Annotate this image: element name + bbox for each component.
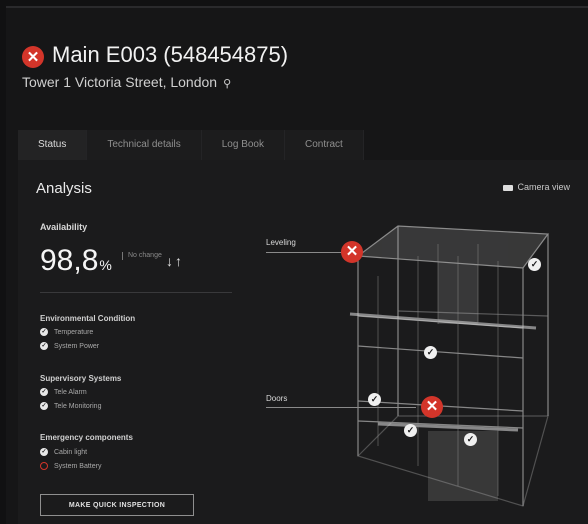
availability-unit: % xyxy=(99,257,112,273)
section-environmental-title: Environmental Condition xyxy=(40,314,136,323)
availability-number: 98,8 xyxy=(40,244,99,277)
analysis-panel: Analysis Camera view Availability 98,8% … xyxy=(18,160,588,524)
check-icon: ✓ xyxy=(40,402,48,410)
elevator-3d-model[interactable]: Leveling ✕ Doors ✕ ✓ ✓ ✓ ✓ ✓ xyxy=(266,216,588,524)
item-label: Temperature xyxy=(54,328,94,336)
leveling-fault-marker-icon[interactable]: ✕ xyxy=(341,241,363,263)
list-item-cabin-light: ✓ Cabin light xyxy=(40,448,87,456)
list-item-system-battery: • System Battery xyxy=(40,462,101,470)
camera-view-button[interactable]: Camera view xyxy=(503,182,570,192)
item-label: System Battery xyxy=(54,462,102,470)
list-item-system-power: ✓ System Power xyxy=(40,342,99,350)
check-icon: ✓ xyxy=(40,328,48,336)
tab-technical-details[interactable]: Technical details xyxy=(87,130,202,160)
tab-bar: Status Technical details Log Book Contra… xyxy=(18,130,588,160)
divider xyxy=(40,292,232,293)
trend-arrows-icon: ↓↑ xyxy=(166,253,184,269)
check-marker-icon[interactable]: ✓ xyxy=(404,424,417,437)
quick-inspection-button[interactable]: MAKE QUICK INSPECTION xyxy=(40,494,194,516)
camera-icon xyxy=(503,184,514,191)
tab-contract[interactable]: Contract xyxy=(285,130,364,160)
availability-value: 98,8% xyxy=(40,244,112,278)
availability-change-note: No change xyxy=(122,252,162,260)
list-item-tele-alarm: ✓ Tele Alarm xyxy=(40,388,87,396)
check-icon: ✓ xyxy=(40,388,48,396)
fault-status-icon: ✕ xyxy=(22,46,44,68)
fault-ring-icon: • xyxy=(40,462,48,470)
doors-fault-marker-icon[interactable]: ✕ xyxy=(421,396,443,418)
location-pin-icon: ⚲ xyxy=(223,78,232,90)
elevator-wireframe xyxy=(349,225,550,507)
camera-view-label: Camera view xyxy=(517,182,570,192)
callout-leveling-label: Leveling xyxy=(266,238,296,247)
check-marker-icon[interactable]: ✓ xyxy=(368,393,381,406)
callout-doors-line xyxy=(266,407,416,408)
panel-title: Analysis xyxy=(36,180,92,197)
section-emergency-title: Emergency components xyxy=(40,433,133,442)
callout-doors-label: Doors xyxy=(266,394,288,403)
section-supervisory-title: Supervisory Systems xyxy=(40,374,122,383)
check-icon: ✓ xyxy=(40,448,48,456)
list-item-temperature: ✓ Temperature xyxy=(40,328,93,336)
tab-status[interactable]: Status xyxy=(18,130,88,160)
check-marker-icon[interactable]: ✓ xyxy=(424,346,437,359)
item-label: System Power xyxy=(54,342,100,350)
address-line: Tower 1 Victoria Street, London ⚲ xyxy=(22,74,231,90)
availability-label: Availability xyxy=(40,222,88,232)
app-window: ✕ Main E003 (548454875) Tower 1 Victoria… xyxy=(6,6,588,524)
callout-leveling-line xyxy=(266,252,346,253)
check-icon: ✓ xyxy=(40,342,48,350)
item-label: Tele Alarm xyxy=(54,388,87,396)
check-marker-icon[interactable]: ✓ xyxy=(464,433,477,446)
list-item-tele-monitoring: ✓ Tele Monitoring xyxy=(40,402,101,410)
check-marker-icon[interactable]: ✓ xyxy=(528,258,541,271)
item-label: Tele Monitoring xyxy=(54,402,102,410)
tab-log-book[interactable]: Log Book xyxy=(201,130,285,160)
item-label: Cabin light xyxy=(54,448,88,456)
page-title: Main E003 (548454875) xyxy=(52,42,289,67)
address-text: Tower 1 Victoria Street, London xyxy=(22,74,218,90)
